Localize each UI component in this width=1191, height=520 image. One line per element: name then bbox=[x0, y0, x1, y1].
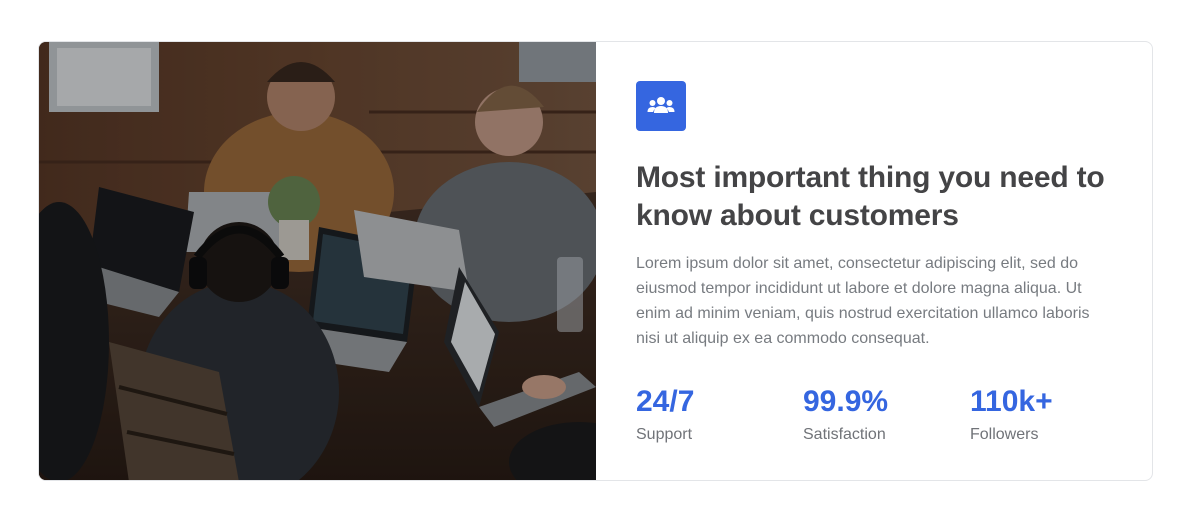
feature-title: Most important thing you need to know ab… bbox=[636, 161, 1105, 232]
stat-satisfaction: 99.9% Satisfaction bbox=[803, 385, 970, 445]
stats-row: 24/7 Support 99.9% Satisfaction 110k+ Fo… bbox=[636, 385, 1137, 445]
stat-support: 24/7 Support bbox=[636, 385, 803, 445]
stat-label: Followers bbox=[970, 426, 1039, 443]
stat-value: 99.9% bbox=[803, 385, 889, 418]
feature-card: Most important thing you need to know ab… bbox=[38, 41, 1153, 481]
users-group-icon bbox=[636, 81, 686, 131]
stat-label: Support bbox=[636, 426, 693, 443]
team-photo bbox=[39, 42, 596, 480]
stat-label: Satisfaction bbox=[803, 426, 886, 443]
feature-description: Lorem ipsum dolor sit amet, consectetur … bbox=[636, 255, 1090, 347]
feature-content: Most important thing you need to know ab… bbox=[596, 42, 1152, 480]
stat-followers: 110k+ Followers bbox=[970, 385, 1137, 445]
stat-value: 110k+ bbox=[970, 385, 1053, 418]
stat-value: 24/7 bbox=[636, 385, 695, 418]
